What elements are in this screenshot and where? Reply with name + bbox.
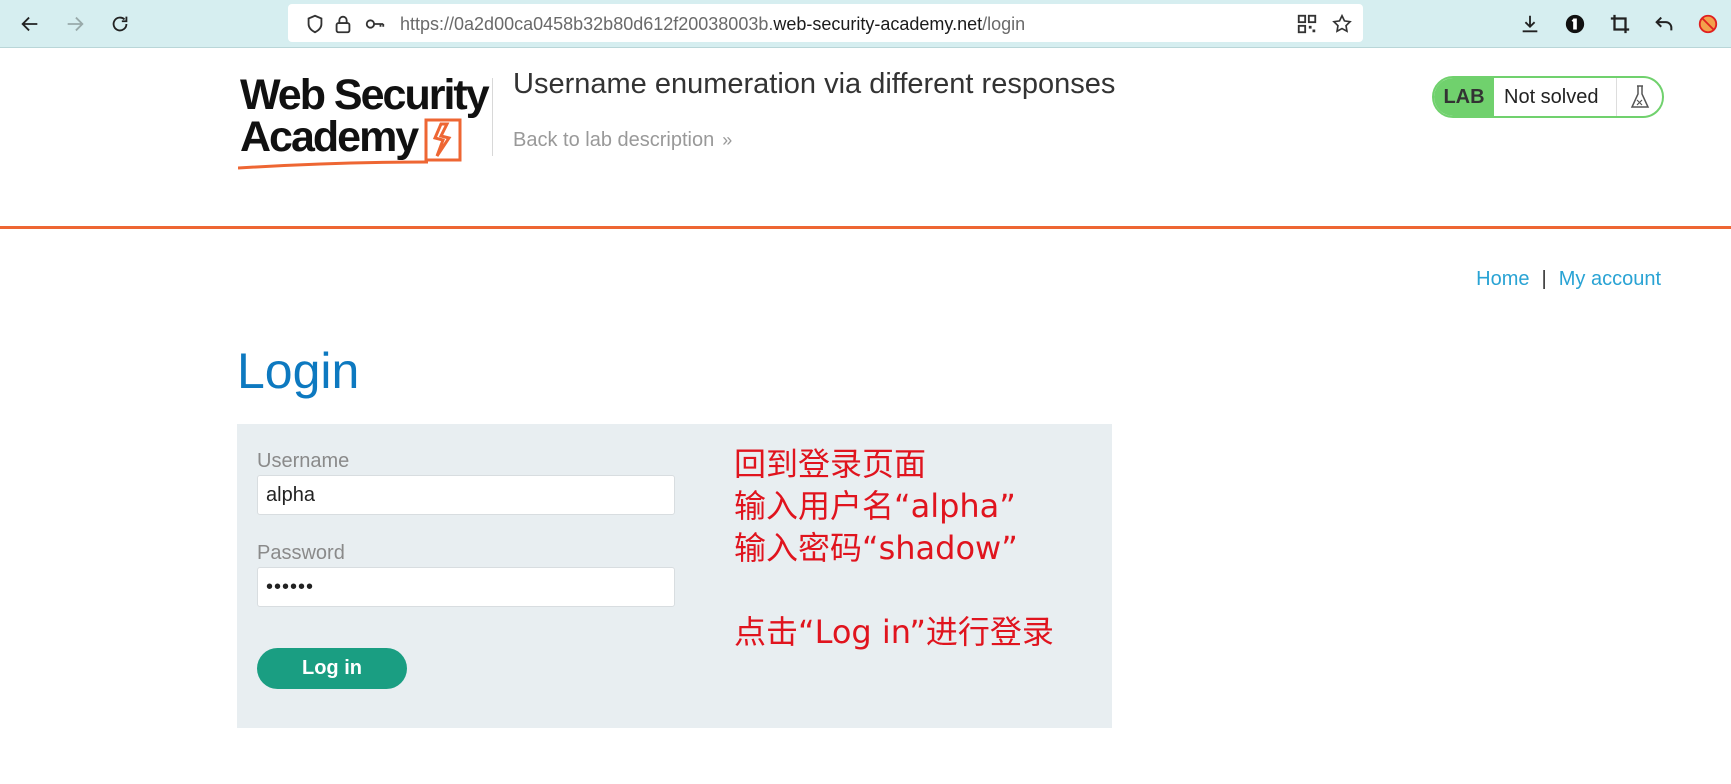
back-icon[interactable] (16, 10, 44, 38)
logo-flame-icon (238, 118, 462, 170)
lab-status-text: Not solved (1504, 86, 1599, 108)
lock-icon[interactable] (332, 13, 354, 35)
qr-code-icon[interactable] (1296, 13, 1318, 35)
password-input[interactable]: •••••• (257, 567, 675, 607)
flask-icon (1616, 78, 1662, 116)
browser-toolbar: https://0a2d00ca0458b32b80d612f20038003b… (0, 0, 1731, 48)
password-manager-icon[interactable] (1561, 10, 1589, 38)
username-input[interactable] (257, 475, 675, 515)
header-rule (0, 226, 1731, 229)
download-icon[interactable] (1516, 10, 1544, 38)
login-form: Username Password •••••• Log in 回到登录页面 输… (237, 424, 1112, 728)
header-divider (492, 78, 493, 156)
key-icon[interactable] (364, 13, 386, 35)
nav-separator: | (1541, 268, 1547, 290)
page-title: Login (237, 343, 360, 399)
annotation-line-1: 回到登录页面 (734, 445, 927, 483)
top-nav: Home | My account (1476, 268, 1661, 291)
nav-my-account-link[interactable]: My account (1559, 268, 1661, 290)
nav-home-link[interactable]: Home (1476, 268, 1529, 290)
shield-icon[interactable] (304, 13, 326, 35)
crop-icon[interactable] (1606, 10, 1634, 38)
forward-icon[interactable] (61, 10, 89, 38)
back-to-lab-description-link[interactable]: Back to lab description » (513, 129, 732, 152)
lab-title: Username enumeration via different respo… (513, 68, 1116, 100)
url-text: https://0a2d00ca0458b32b80d612f20038003b… (400, 14, 1026, 34)
back-link-text[interactable]: Back to lab description (513, 129, 714, 151)
reload-icon[interactable] (106, 10, 134, 38)
annotation-line-2: 输入用户名“alpha” (734, 487, 1016, 525)
annotation-line-4: 点击“Log in”进行登录 (734, 613, 1054, 651)
blocked-extension-icon[interactable] (1694, 10, 1722, 38)
undo-icon[interactable] (1650, 10, 1678, 38)
password-label: Password (257, 542, 345, 564)
username-label: Username (257, 450, 350, 472)
double-chevron-right-icon: » (722, 130, 733, 150)
lab-status-badge: LAB Not solved (1432, 76, 1664, 118)
annotation-line-3: 输入密码“shadow” (734, 529, 1018, 567)
web-security-academy-logo[interactable]: Web Security Academy (238, 74, 490, 170)
bookmark-star-icon[interactable] (1331, 13, 1353, 35)
login-button[interactable]: Log in (257, 648, 407, 689)
address-bar[interactable]: https://0a2d00ca0458b32b80d612f20038003b… (288, 4, 1363, 42)
lab-label: LAB (1434, 78, 1494, 116)
